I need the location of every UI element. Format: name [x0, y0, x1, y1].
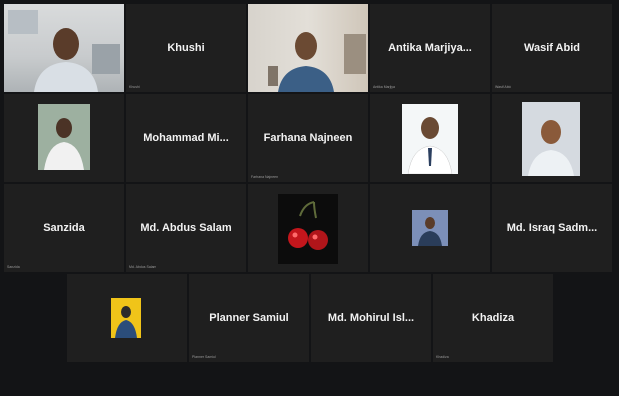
participant-subtitle: Wasif Abid	[495, 85, 512, 89]
participant-name: Mohammad Mi...	[143, 132, 229, 144]
participant-subtitle: Khushi	[129, 85, 140, 89]
participant-video	[248, 4, 368, 92]
participant-tile[interactable]	[370, 184, 490, 272]
participant-tile[interactable]	[4, 94, 124, 182]
participant-video	[4, 4, 124, 92]
participant-name: Planner Samiul	[209, 312, 289, 324]
cherry-photo	[278, 194, 338, 264]
participant-tile[interactable]	[67, 274, 187, 362]
participant-tile[interactable]: Khadiza Khadiza	[433, 274, 553, 362]
participant-tile[interactable]: Antika Marjiya... Antika Marjiya	[370, 4, 490, 92]
participant-avatar	[111, 298, 141, 338]
gallery-row-2: Mohammad Mi... Farhana Najneen Farhana N…	[4, 94, 612, 182]
participant-name: Md. Mohirul Isl...	[327, 312, 415, 324]
participant-tile[interactable]: Md. Abdus Salam Md. Abdus Salam	[126, 184, 246, 272]
participant-tile[interactable]: Md. Israq Sadm...	[492, 184, 612, 272]
participant-name: Khadiza	[471, 312, 515, 324]
participant-name: Sanzida	[43, 222, 85, 234]
video-call-gallery: Khushi Khushi Antika Marjiya... Antika M…	[0, 0, 619, 396]
participant-subtitle: Khadiza	[436, 355, 449, 359]
participant-name: Farhana Najneen	[263, 132, 353, 144]
participant-tile[interactable]: Planner Samiul Planner Samiul	[189, 274, 309, 362]
participant-photo	[38, 104, 90, 170]
participant-subtitle: Planner Samiul	[192, 355, 216, 359]
participant-tile[interactable]: Khushi Khushi	[126, 4, 246, 92]
gallery-row-3: Sanzida Sanzida Md. Abdus Salam Md. Abdu…	[4, 184, 612, 272]
gallery-row-4: Planner Samiul Planner Samiul Md. Mohiru…	[67, 274, 553, 362]
participant-tile[interactable]	[370, 94, 490, 182]
participant-name: Md. Abdus Salam	[140, 222, 232, 234]
participant-tile[interactable]: Wasif Abid Wasif Abid	[492, 4, 612, 92]
participant-photo	[402, 104, 458, 174]
participant-subtitle: Sanzida	[7, 265, 20, 269]
participant-tile[interactable]	[492, 94, 612, 182]
participant-name: Khushi	[167, 42, 205, 54]
participant-tile[interactable]: Md. Mohirul Isl...	[311, 274, 431, 362]
participant-tile[interactable]	[248, 4, 368, 92]
participant-photo	[522, 102, 580, 176]
participant-tile[interactable]	[4, 4, 124, 92]
participant-tile[interactable]	[248, 184, 368, 272]
participant-name: Md. Israq Sadm...	[506, 222, 598, 234]
participant-subtitle: Antika Marjiya	[373, 85, 395, 89]
gallery-row-1: Khushi Khushi Antika Marjiya... Antika M…	[4, 4, 612, 92]
participant-subtitle: Md. Abdus Salam	[129, 265, 157, 269]
participant-tile[interactable]: Sanzida Sanzida	[4, 184, 124, 272]
participant-name: Antika Marjiya...	[388, 42, 472, 54]
participant-tile[interactable]: Mohammad Mi...	[126, 94, 246, 182]
participant-tile[interactable]: Farhana Najneen Farhana Najneen	[248, 94, 368, 182]
participant-photo	[412, 210, 448, 246]
participant-subtitle: Farhana Najneen	[251, 175, 279, 179]
participant-name: Wasif Abid	[523, 42, 580, 54]
